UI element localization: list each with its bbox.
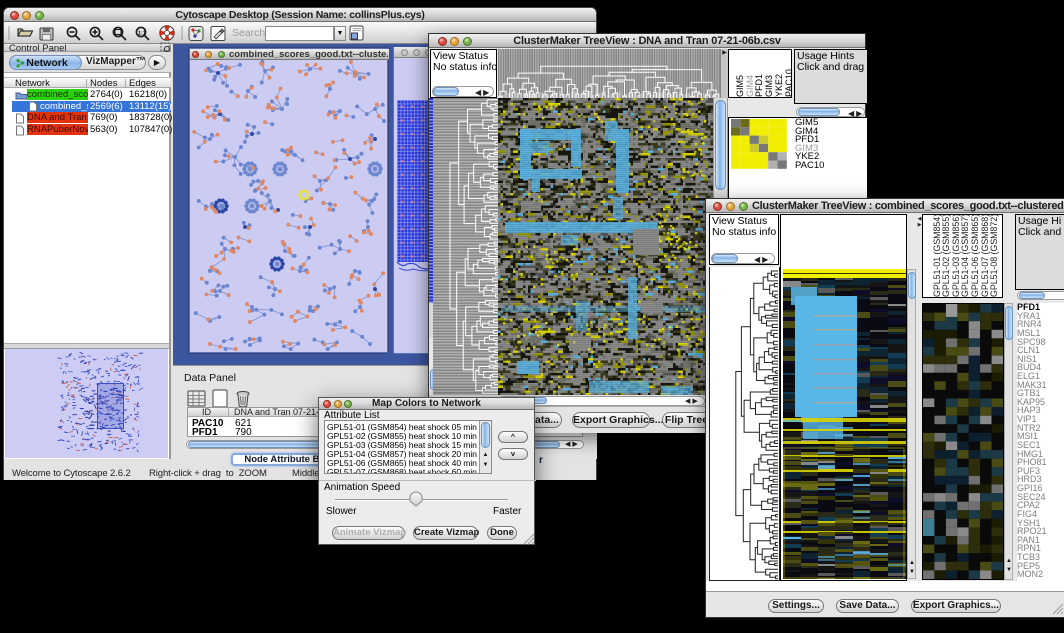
svg-text:1:1: 1:1 [138,31,146,37]
